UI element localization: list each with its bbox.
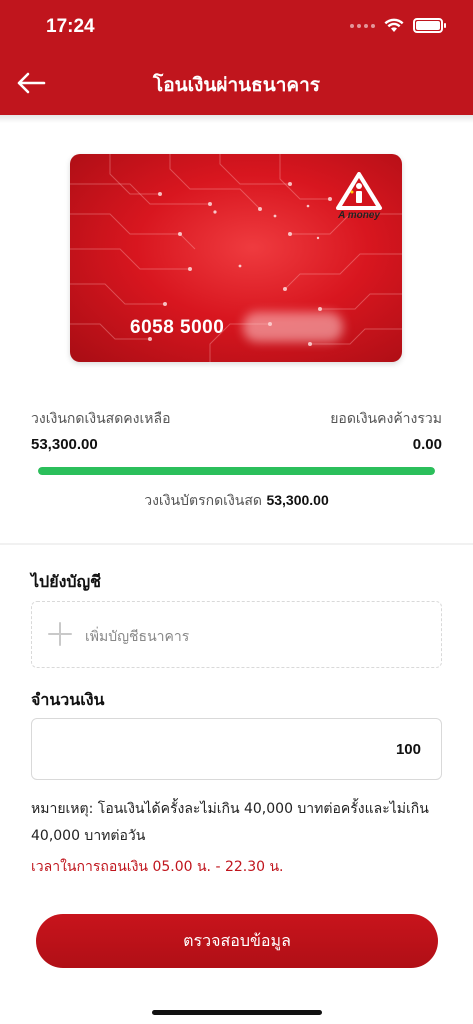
- card-limit: วงเงินบัตรกดเงินสด 53,300.00: [0, 490, 473, 512]
- card-limit-value: 53,300.00: [266, 492, 329, 508]
- money-card: A money 6058 5000: [70, 154, 402, 362]
- available-limit-label: วงเงินกดเงินสดคงเหลือ: [31, 411, 171, 427]
- plus-icon: [48, 622, 72, 646]
- add-bank-account-button[interactable]: เพิ่มบัญชีธนาคาร: [31, 601, 442, 668]
- outstanding-balance-value: 0.00: [412, 436, 442, 453]
- amount-section-label: จำนวนเงิน: [31, 690, 105, 709]
- signal-icon: [350, 23, 375, 28]
- amount-input[interactable]: [31, 718, 442, 780]
- section-divider: [0, 543, 473, 545]
- home-indicator: [152, 1010, 322, 1015]
- a-money-logo: A money: [334, 172, 384, 228]
- battery-icon: [413, 18, 446, 33]
- limit-progress-fill: [38, 467, 435, 475]
- a-money-logo-icon: [336, 172, 382, 210]
- logo-text: A money: [338, 210, 380, 221]
- destination-section-label: ไปยังบัญชี: [31, 572, 102, 591]
- verify-info-button[interactable]: ตรวจสอบข้อมูล: [36, 914, 438, 968]
- app-header: 17:24 โอนเงินผ่านธนาคาร: [0, 0, 473, 115]
- page-title: โอนเงินผ่านธนาคาร: [153, 74, 320, 96]
- add-bank-account-label: เพิ่มบัญชีธนาคาร: [85, 629, 190, 645]
- available-limit-value: 53,300.00: [31, 436, 98, 453]
- card-limit-label: วงเงินบัตรกดเงินสด: [144, 493, 263, 509]
- wifi-icon: [384, 18, 404, 32]
- status-time: 17:24: [46, 16, 95, 37]
- card-number: 6058 5000: [130, 317, 225, 338]
- card-number-masked: [243, 312, 343, 342]
- status-icons: [350, 18, 446, 33]
- outstanding-balance-label: ยอดเงินคงค้างรวม: [330, 411, 442, 427]
- transfer-limit-note: หมายเหตุ: โอนเงินได้ครั้งละไม่เกิน 40,00…: [31, 801, 429, 844]
- limit-progress-bar: [38, 467, 435, 475]
- withdrawal-time-note: เวลาในการถอนเงิน 05.00 น. - 22.30 น.: [31, 859, 284, 875]
- status-bar: 17:24: [0, 0, 473, 54]
